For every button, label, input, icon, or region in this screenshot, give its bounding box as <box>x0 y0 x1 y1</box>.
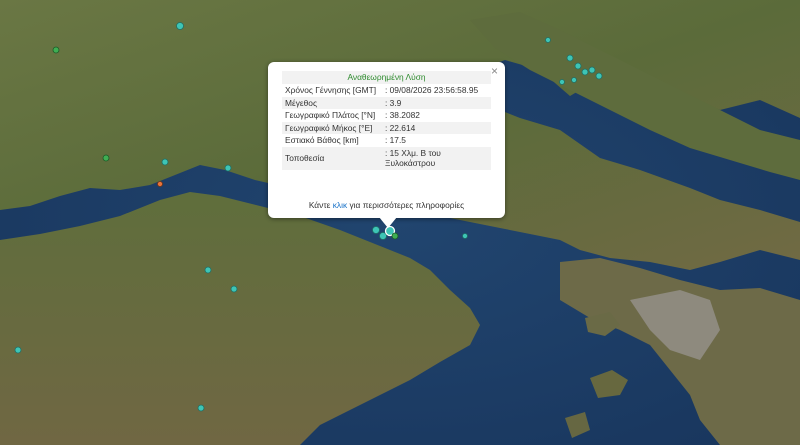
table-row: Τοποθεσία : 15 Χλμ. Β του Ξυλοκάστρου <box>282 146 491 170</box>
earthquake-marker[interactable] <box>566 54 574 62</box>
table-row: Χρόνος Γέννησης [GMT] : 09/08/2026 23:56… <box>282 84 491 97</box>
earthquake-marker[interactable] <box>102 154 110 162</box>
detail-value: : 3.9 <box>382 96 491 109</box>
popup-footer: Κάντε κλικ για περισσότερες πληροφορίες <box>268 200 505 210</box>
popup-pointer <box>379 217 397 228</box>
detail-value: : 38.2082 <box>382 109 491 122</box>
table-row: Μέγεθος : 3.9 <box>282 96 491 109</box>
earthquake-marker[interactable] <box>462 233 468 239</box>
earthquake-marker[interactable] <box>571 77 577 83</box>
earthquake-marker[interactable] <box>391 232 399 240</box>
popup-title: Αναθεωρημένη Λύση <box>282 71 491 84</box>
detail-label: Γεωγραφικό Μήκος [°E] <box>282 121 382 134</box>
detail-label: Γεωγραφικό Πλάτος [°N] <box>282 109 382 122</box>
table-row: Εστιακό Βάθος [km] : 17.5 <box>282 134 491 147</box>
earthquake-marker[interactable] <box>574 62 582 70</box>
earthquake-marker[interactable] <box>176 22 184 30</box>
table-row: Γεωγραφικό Πλάτος [°N] : 38.2082 <box>282 109 491 122</box>
earthquake-marker[interactable] <box>204 266 212 274</box>
earthquake-info-popup: × Αναθεωρημένη Λύση Χρόνος Γέννησης [GMT… <box>268 62 505 218</box>
earthquake-marker[interactable] <box>14 346 22 354</box>
detail-value: : 22.614 <box>382 121 491 134</box>
detail-value: : 09/08/2026 23:56:58.95 <box>382 84 491 97</box>
detail-value: : 15 Χλμ. Β του Ξυλοκάστρου <box>382 146 491 170</box>
earthquake-details-table: Χρόνος Γέννησης [GMT] : 09/08/2026 23:56… <box>282 84 491 170</box>
detail-label: Χρόνος Γέννησης [GMT] <box>282 84 382 97</box>
footer-text-after: για περισσότερες πληροφορίες <box>347 200 465 210</box>
earthquake-marker[interactable] <box>230 285 238 293</box>
close-icon[interactable]: × <box>491 65 498 77</box>
earthquake-marker[interactable] <box>52 46 60 54</box>
detail-value: : 17.5 <box>382 134 491 147</box>
detail-label: Τοποθεσία <box>282 146 382 170</box>
earthquake-marker[interactable] <box>595 72 603 80</box>
detail-label: Μέγεθος <box>282 96 382 109</box>
earthquake-marker[interactable] <box>588 66 596 74</box>
earthquake-marker[interactable] <box>379 232 387 240</box>
more-info-link[interactable]: κλικ <box>333 200 347 210</box>
earthquake-marker[interactable] <box>161 158 169 166</box>
table-row: Γεωγραφικό Μήκος [°E] : 22.614 <box>282 121 491 134</box>
detail-label: Εστιακό Βάθος [km] <box>282 134 382 147</box>
earthquake-marker[interactable] <box>224 164 232 172</box>
earthquake-marker[interactable] <box>559 79 565 85</box>
earthquake-marker[interactable] <box>157 181 163 187</box>
footer-text-before: Κάντε <box>308 200 333 210</box>
earthquake-marker[interactable] <box>545 37 551 43</box>
earthquake-marker[interactable] <box>581 68 589 76</box>
earthquake-marker[interactable] <box>197 404 205 412</box>
